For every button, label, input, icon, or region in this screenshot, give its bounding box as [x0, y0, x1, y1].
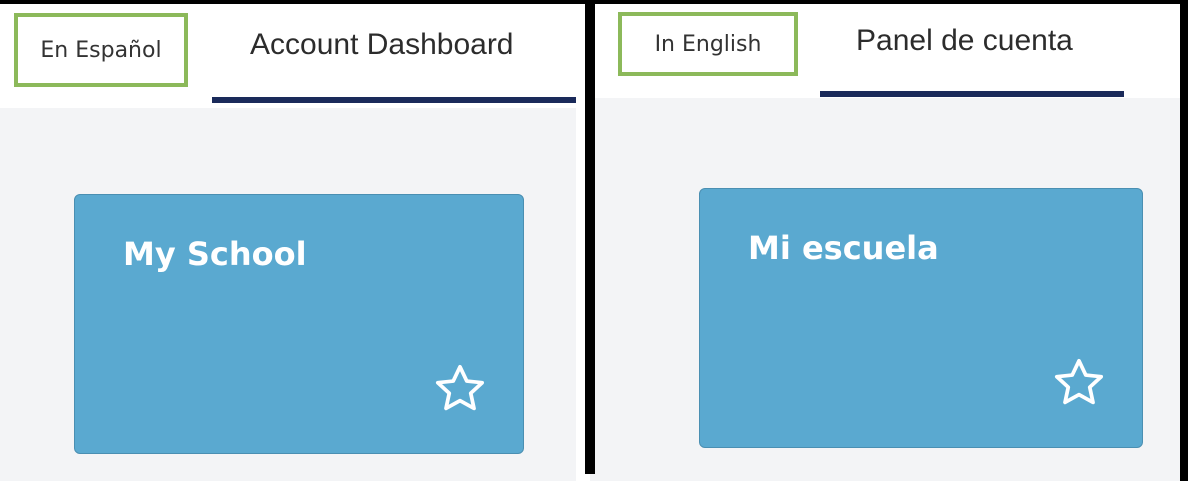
tab-account-dashboard[interactable]: Account Dashboard — [250, 28, 514, 62]
dashboard-panel-english: En Español Account Dashboard My School — [0, 0, 590, 481]
tab-panel-de-cuenta[interactable]: Panel de cuenta — [856, 24, 1073, 58]
mi-escuela-card[interactable]: Mi escuela — [699, 188, 1143, 448]
dashboard-panel-spanish: In English Panel de cuenta Mi escuela — [590, 0, 1188, 481]
language-toggle-label: En Español — [40, 37, 162, 63]
panel-divider — [585, 0, 595, 474]
active-tab-indicator — [820, 91, 1124, 97]
star-outline-icon[interactable] — [1050, 355, 1108, 411]
my-school-card[interactable]: My School — [74, 194, 524, 454]
frame-right-border — [1180, 0, 1188, 481]
language-toggle-label: In English — [654, 31, 762, 57]
card-title: My School — [123, 235, 307, 273]
language-toggle-button[interactable]: En Español — [14, 13, 188, 87]
language-toggle-button[interactable]: In English — [618, 12, 798, 76]
card-title: Mi escuela — [748, 229, 939, 267]
star-outline-icon[interactable] — [431, 361, 489, 417]
active-tab-indicator — [212, 97, 576, 103]
